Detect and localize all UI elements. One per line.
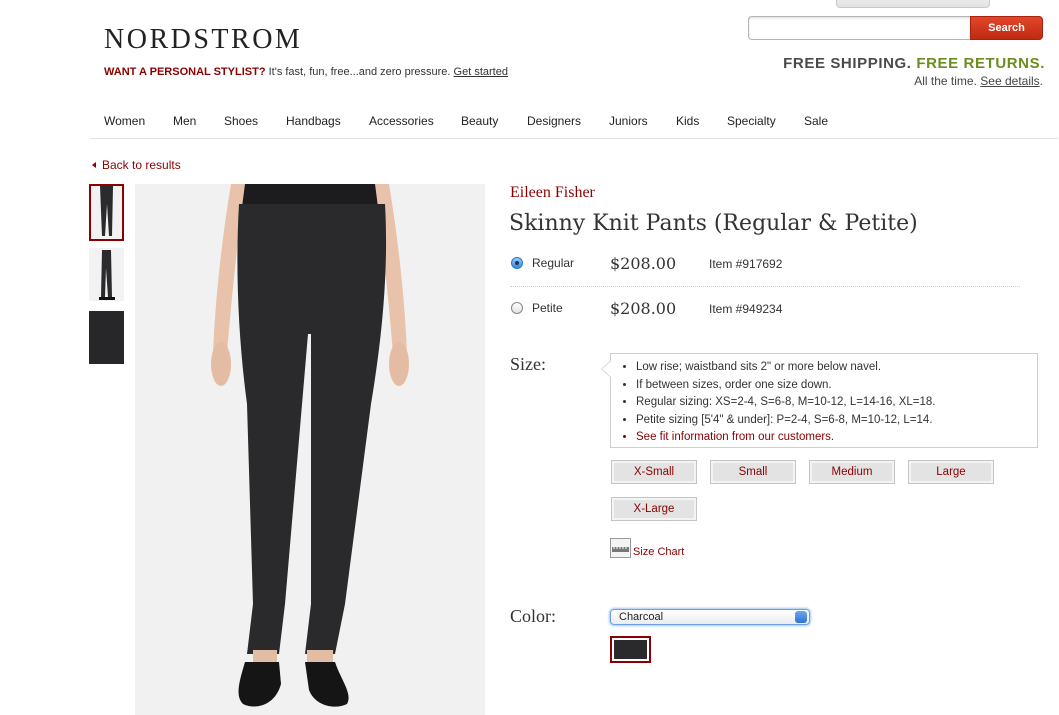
back-to-results-label: Back to results	[102, 158, 181, 172]
size-note: Low rise; waistband sits 2" or more belo…	[636, 359, 1037, 377]
back-to-results-link[interactable]: Back to results	[92, 158, 181, 172]
size-note: Petite sizing [5'4" & under]: P=2-4, S=6…	[636, 412, 1037, 430]
nav-item-juniors[interactable]: Juniors	[609, 114, 648, 128]
product-title: Skinny Knit Pants (Regular & Petite)	[509, 211, 918, 236]
size-notes-tooltip: Low rise; waistband sits 2" or more belo…	[601, 353, 1038, 448]
nav-item-men[interactable]: Men	[173, 114, 196, 128]
size-note: If between sizes, order one size down.	[636, 377, 1037, 395]
size-button-medium[interactable]: Medium	[809, 460, 895, 484]
option-petite-item-number: Item #949234	[709, 302, 783, 316]
color-swatch-charcoal[interactable]	[610, 636, 651, 663]
pants-model-image	[135, 184, 485, 715]
free-returns-text: FREE RETURNS.	[916, 55, 1045, 72]
shipping-subline: All the time. See details.	[914, 74, 1043, 88]
brand-name[interactable]: Eileen Fisher	[510, 184, 595, 202]
thumbnail-fabric[interactable]	[89, 311, 124, 364]
stylist-text: It's fast, fun, free...and zero pressure…	[268, 66, 451, 78]
size-note: Regular sizing: XS=2-4, S=6-8, M=10-12, …	[636, 394, 1037, 412]
option-regular-label[interactable]: Regular	[532, 256, 574, 270]
product-main-image	[135, 184, 485, 715]
thumbnail-front[interactable]	[89, 184, 124, 241]
fit-information-link[interactable]: See fit information from our customers.	[636, 429, 1037, 447]
nav-item-designers[interactable]: Designers	[527, 114, 581, 128]
nav-item-kids[interactable]: Kids	[676, 114, 699, 128]
nordstrom-logo[interactable]: NORDSTROM	[104, 24, 302, 56]
tape-measure-icon	[610, 538, 631, 558]
color-select[interactable]: Charcoal	[610, 609, 810, 625]
free-shipping-text: FREE SHIPPING.	[783, 55, 912, 72]
stylist-promo: WANT A PERSONAL STYLIST? It's fast, fun,…	[104, 66, 508, 78]
nav-item-sale[interactable]: Sale	[804, 114, 828, 128]
pants-side-thumbnail-icon	[89, 248, 124, 301]
size-chart-link[interactable]: Size Chart	[610, 538, 684, 558]
size-label: Size:	[510, 354, 546, 374]
nav-item-specialty[interactable]: Specialty	[727, 114, 776, 128]
options-divider	[510, 286, 1020, 287]
nav-item-women[interactable]: Women	[104, 114, 145, 128]
shipping-sub-text: All the time.	[914, 74, 977, 88]
get-started-link[interactable]: Get started	[454, 66, 508, 78]
swatch-fill	[614, 640, 647, 659]
option-regular-item-number: Item #917692	[709, 257, 783, 271]
color-label: Color:	[510, 606, 557, 626]
shipping-banner: FREE SHIPPING. FREE RETURNS.	[783, 55, 1045, 72]
nav-item-accessories[interactable]: Accessories	[369, 114, 434, 128]
stylist-headline: WANT A PERSONAL STYLIST?	[104, 66, 266, 78]
size-button-x-large[interactable]: X-Large	[611, 497, 697, 521]
size-button-small[interactable]: Small	[710, 460, 796, 484]
main-nav: Women Men Shoes Handbags Accessories Bea…	[90, 102, 1058, 139]
search-input[interactable]	[748, 16, 970, 40]
option-regular-price: $208.00	[610, 254, 677, 273]
option-petite-label[interactable]: Petite	[532, 301, 563, 315]
pants-front-thumbnail-icon	[91, 186, 122, 239]
size-button-x-small[interactable]: X-Small	[611, 460, 697, 484]
size-chart-label: Size Chart	[633, 546, 685, 558]
nav-item-shoes[interactable]: Shoes	[224, 114, 258, 128]
color-select-value: Charcoal	[619, 611, 664, 623]
top-utility-tab[interactable]	[836, 0, 990, 8]
thumbnail-side[interactable]	[89, 248, 124, 301]
nav-item-beauty[interactable]: Beauty	[461, 114, 498, 128]
option-petite-price: $208.00	[610, 299, 677, 318]
select-arrows-icon	[795, 611, 807, 623]
nav-item-handbags[interactable]: Handbags	[286, 114, 341, 128]
option-petite-radio[interactable]	[511, 302, 523, 314]
see-details-link[interactable]: See details	[980, 74, 1039, 88]
option-regular-radio[interactable]	[511, 257, 523, 269]
size-button-large[interactable]: Large	[908, 460, 994, 484]
back-arrow-icon	[92, 162, 96, 168]
search-button[interactable]: Search	[970, 16, 1043, 40]
